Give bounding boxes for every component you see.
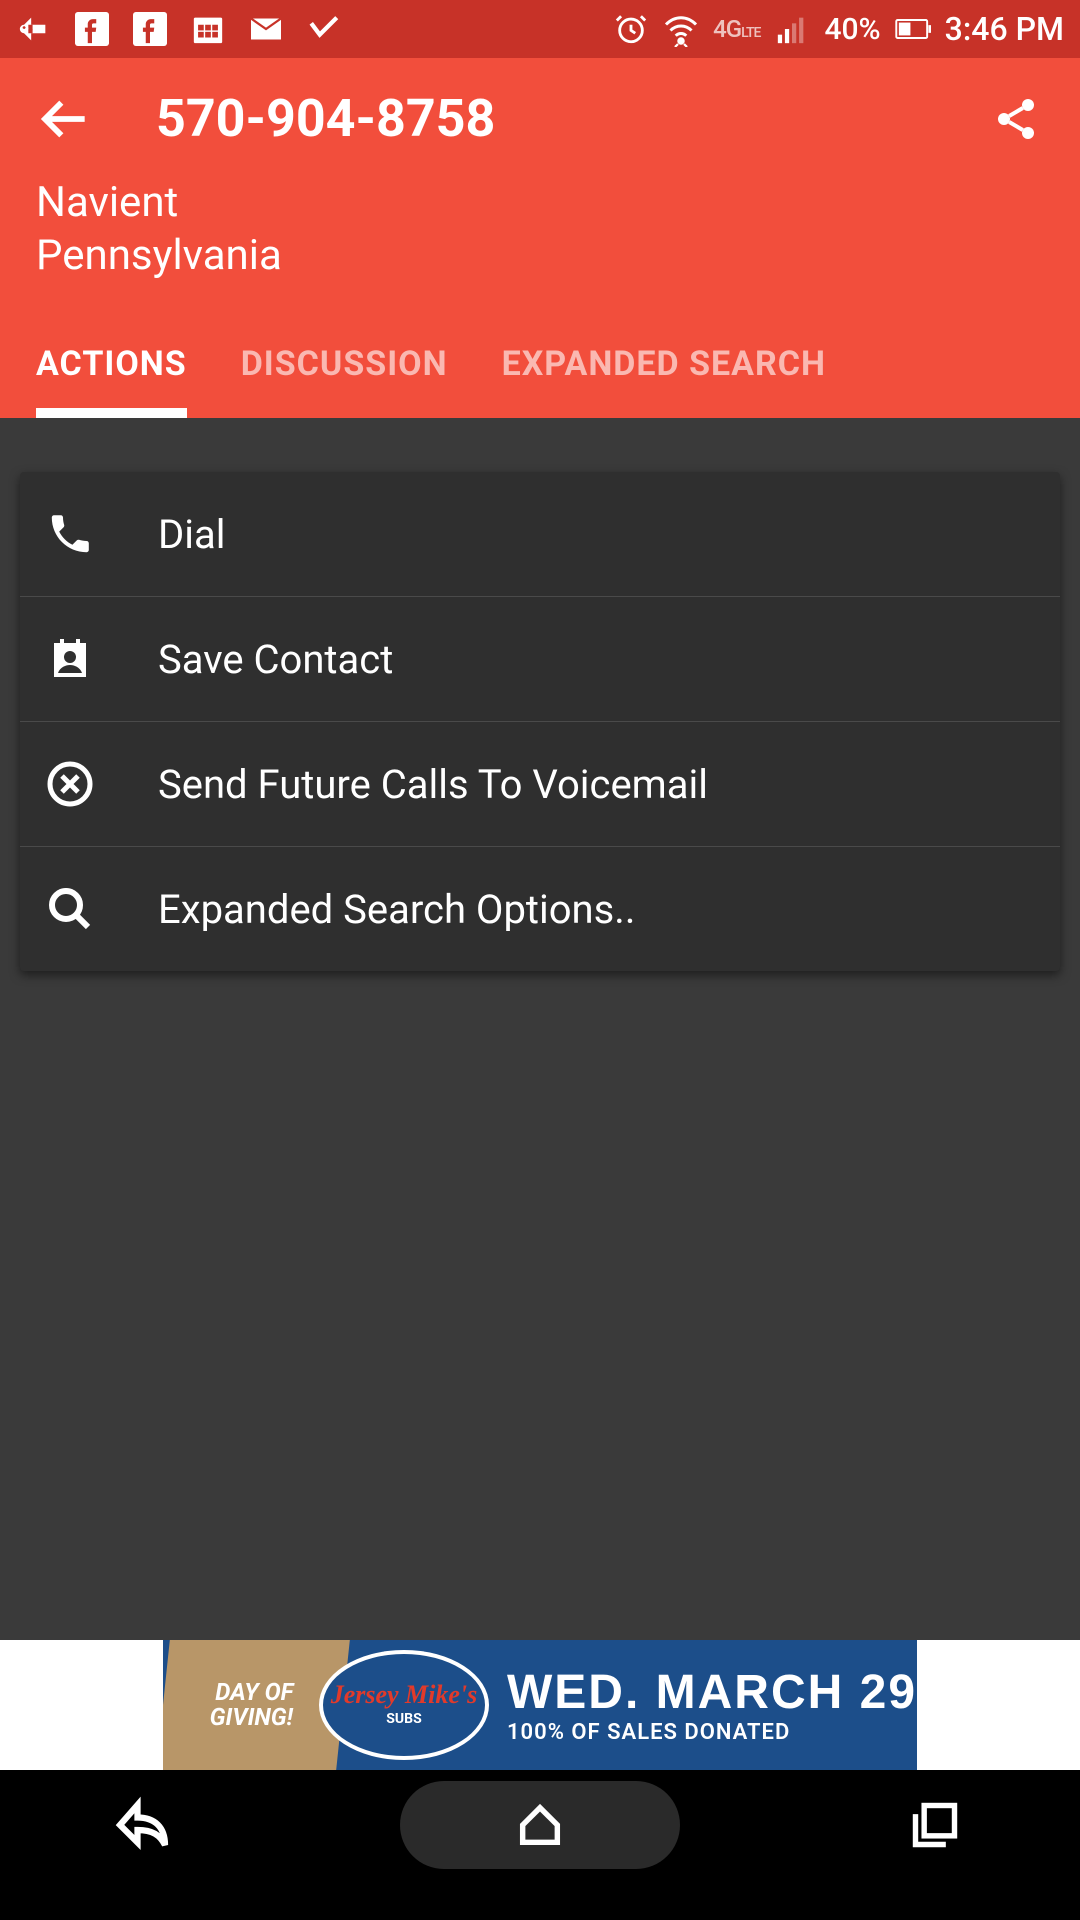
action-label: Send Future Calls To Voicemail xyxy=(158,761,708,808)
ad-logo-sub: SUBS xyxy=(386,1711,421,1727)
tab-expanded-search[interactable]: EXPANDED SEARCH xyxy=(502,322,826,418)
tabs: ACTIONS DISCUSSION EXPANDED SEARCH xyxy=(36,322,1044,418)
search-icon xyxy=(44,883,96,935)
share-button[interactable] xyxy=(988,91,1044,147)
action-dial[interactable]: Dial xyxy=(20,472,1060,597)
actions-card: Dial Save Contact Send Future Calls To V… xyxy=(20,472,1060,971)
block-icon xyxy=(44,758,96,810)
alarm-icon xyxy=(613,11,649,47)
phone-icon xyxy=(44,508,96,560)
facebook-icon-2 xyxy=(132,11,168,47)
battery-icon xyxy=(895,11,931,47)
facebook-icon xyxy=(74,11,110,47)
battery-percentage: 40% xyxy=(824,12,880,47)
signal-icon xyxy=(774,11,810,47)
network-type: 4GLTE xyxy=(713,15,760,43)
ad-banner[interactable]: DAY OF GIVING! Jersey Mike's SUBS WED. M… xyxy=(163,1640,917,1770)
app-header: 570-904-8758 Navient Pennsylvania ACTION… xyxy=(0,58,1080,418)
ad-tagline: 100% OF SALES DONATED xyxy=(507,1720,917,1745)
nav-home-pill xyxy=(400,1781,680,1869)
status-right-icons: 4GLTE 40% 3:46 PM xyxy=(613,10,1064,48)
tab-discussion[interactable]: DISCUSSION xyxy=(241,322,448,418)
action-voicemail[interactable]: Send Future Calls To Voicemail xyxy=(20,722,1060,847)
action-save-contact[interactable]: Save Contact xyxy=(20,597,1060,722)
checkmark-icon xyxy=(306,11,342,47)
calendar-icon xyxy=(190,11,226,47)
nav-recents-button[interactable] xyxy=(899,1789,971,1861)
tab-actions[interactable]: ACTIONS xyxy=(36,322,187,418)
caller-location: Pennsylvania xyxy=(36,230,1044,283)
mail-icon xyxy=(248,11,284,47)
phone-number-title: 570-904-8758 xyxy=(156,88,928,149)
status-bar: 4GLTE 40% 3:46 PM xyxy=(0,0,1080,58)
action-label: Dial xyxy=(158,511,225,558)
ad-logo-text: Jersey Mike's xyxy=(331,1683,478,1706)
ad-wrapper: DAY OF GIVING! Jersey Mike's SUBS WED. M… xyxy=(0,1640,1080,1770)
clock-time: 3:46 PM xyxy=(945,10,1064,48)
caller-name: Navient xyxy=(36,177,1044,230)
status-left-icons xyxy=(16,11,342,47)
ad-date: WED. MARCH 29 xyxy=(507,1665,917,1720)
action-label: Expanded Search Options.. xyxy=(158,886,635,933)
action-expanded-search[interactable]: Expanded Search Options.. xyxy=(20,847,1060,971)
nav-back-button[interactable] xyxy=(109,1789,181,1861)
wifi-icon xyxy=(663,11,699,47)
back-button[interactable] xyxy=(36,89,96,149)
ad-logo: Jersey Mike's SUBS xyxy=(319,1650,489,1760)
content-area: Dial Save Contact Send Future Calls To V… xyxy=(0,418,1080,1640)
ad-right: WED. MARCH 29 100% OF SALES DONATED xyxy=(489,1665,917,1745)
contact-icon xyxy=(44,633,96,685)
navigation-bar xyxy=(0,1770,1080,1880)
nav-home-button[interactable] xyxy=(504,1789,576,1861)
notification-plus-icon xyxy=(16,11,52,47)
action-label: Save Contact xyxy=(158,636,393,683)
ad-left-line1: DAY OF xyxy=(215,1680,293,1705)
ad-left-line2: GIVING! xyxy=(210,1705,293,1730)
